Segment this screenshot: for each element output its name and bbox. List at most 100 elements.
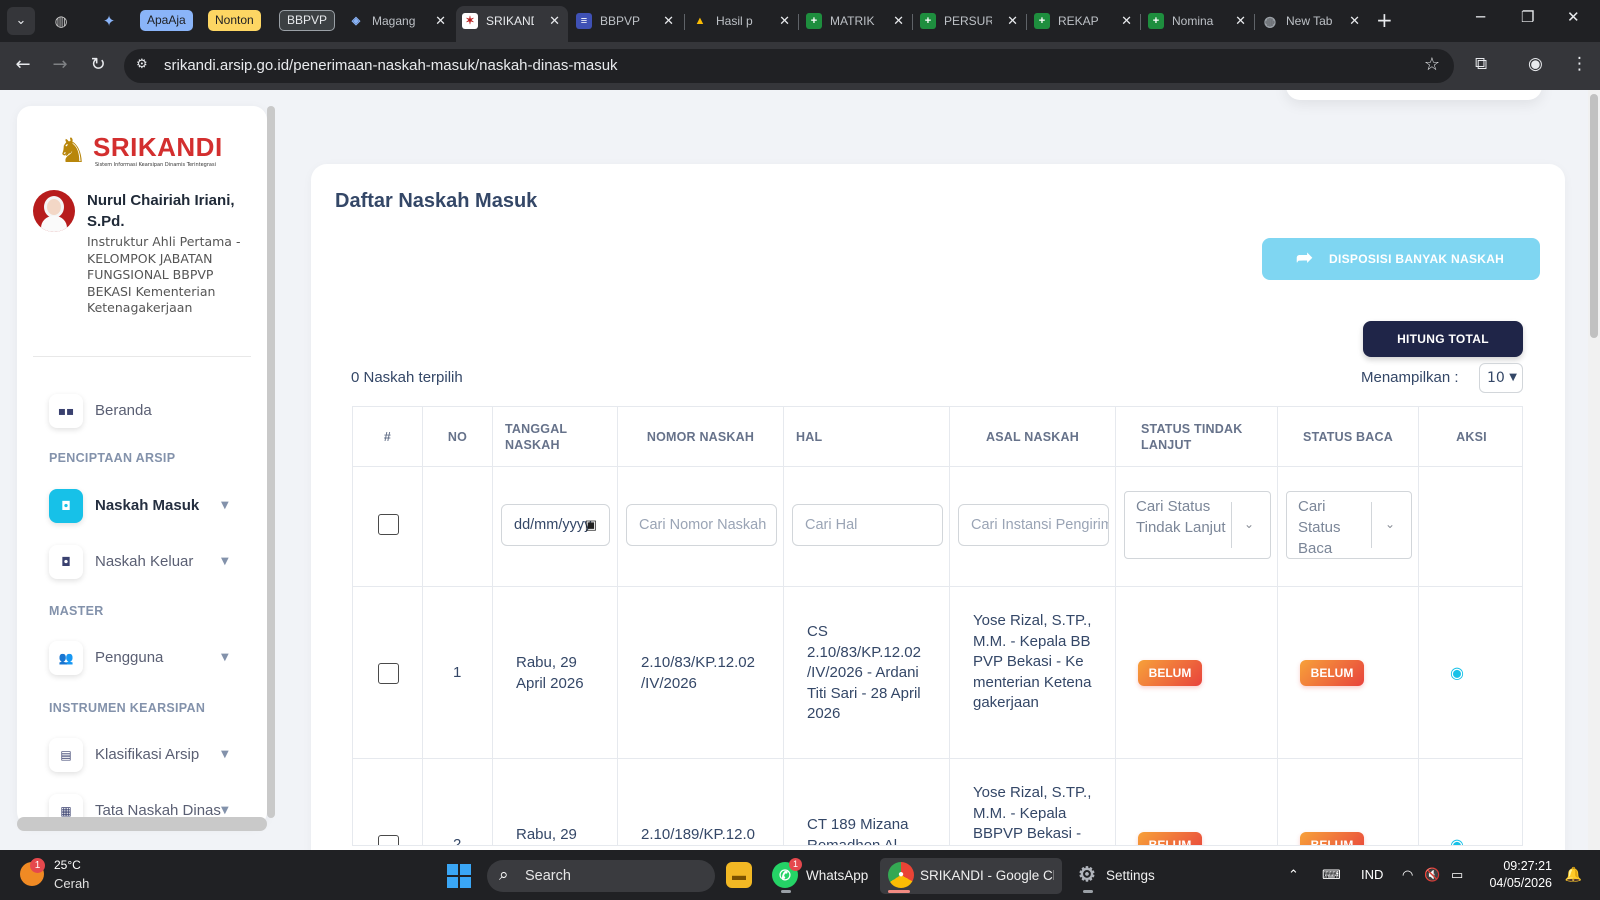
- table-row[interactable]: 1 Rabu, 29 April 2026 2.10/83/KP.12.02 /…: [353, 587, 1522, 759]
- inbox-icon: ◘: [49, 489, 83, 523]
- pinned-globe-icon[interactable]: ◍: [50, 10, 72, 32]
- status-baca-filter-select[interactable]: Cari Status Baca ⌄: [1286, 491, 1412, 559]
- tab-title: BBPVP: [600, 14, 641, 28]
- sidebar-item-naskah-keluar[interactable]: ◘ Naskah Keluar ▼: [49, 545, 249, 581]
- sidebar-scrollbar[interactable]: [267, 106, 275, 818]
- close-tab-icon[interactable]: ✕: [1235, 6, 1246, 36]
- sidebar-item-label: Klasifikasi Arsip: [95, 746, 200, 763]
- taskbar-file-explorer[interactable]: ▬: [726, 858, 756, 894]
- status-tindak-lanjut-filter-select[interactable]: Cari Status Tindak Lanjut ⌄: [1124, 491, 1271, 559]
- input-language[interactable]: IND: [1361, 850, 1383, 900]
- keyboard-icon[interactable]: ⌨: [1322, 850, 1341, 900]
- taskbar-settings[interactable]: ⚙ Settings: [1074, 858, 1164, 894]
- new-tab-plus-icon[interactable]: +: [1376, 8, 1393, 32]
- tab-hasil[interactable]: ▲ Hasil p ✕: [686, 6, 798, 36]
- taskbar-search-box[interactable]: ⌕ Search: [487, 860, 715, 892]
- asal-naskah-filter-input[interactable]: Cari Instansi Pengirim: [958, 504, 1109, 546]
- tab-group-bbpvp[interactable]: BBPVP: [279, 10, 336, 31]
- column-header-status-baca[interactable]: STATUS BACA: [1278, 407, 1419, 467]
- tab-group-nonton[interactable]: Nonton: [208, 10, 261, 31]
- hitung-total-button[interactable]: HITUNG TOTAL: [1363, 321, 1523, 357]
- tab-title: SRIKANDI: [486, 14, 534, 28]
- sidebar-item-naskah-masuk[interactable]: ◘ Naskah Masuk ▼: [49, 489, 249, 525]
- tab-separator: [912, 14, 913, 30]
- sidebar-item-beranda[interactable]: ▪▪ Beranda: [49, 394, 249, 430]
- weather-temperature[interactable]: 25°C: [54, 858, 81, 872]
- site-settings-icon[interactable]: ⚙: [136, 57, 148, 72]
- close-tab-icon[interactable]: ✕: [779, 6, 790, 36]
- tab-new-tab[interactable]: ◍ New Tab ✕: [1256, 6, 1368, 36]
- tab-search-chevron-icon[interactable]: ⌄: [7, 7, 35, 35]
- tab-group-apaaja[interactable]: ApaAja: [140, 10, 193, 31]
- page-size-select[interactable]: 10 ▼: [1479, 363, 1523, 393]
- pinned-gemini-icon[interactable]: ✦: [98, 10, 120, 32]
- chevron-down-icon: ▼: [221, 749, 229, 760]
- user-avatar[interactable]: [33, 190, 75, 232]
- row-tanggal: Rabu, 29: [516, 826, 577, 843]
- view-eye-icon[interactable]: ◉: [1447, 663, 1467, 683]
- calendar-icon[interactable]: ▣: [585, 505, 597, 545]
- browser-menu-icon[interactable]: ⋮: [1571, 54, 1588, 74]
- close-tab-icon[interactable]: ✕: [1121, 6, 1132, 36]
- nomor-naskah-filter-input[interactable]: Cari Nomor Naskah: [626, 504, 777, 546]
- column-header-hal[interactable]: HAL: [784, 407, 950, 467]
- sidebar-horizontal-scrollbar[interactable]: [17, 817, 267, 831]
- tray-chevron-up-icon[interactable]: ⌃: [1288, 850, 1299, 900]
- row-checkbox[interactable]: [378, 663, 399, 684]
- tab-magang[interactable]: ◈ Magang ✕: [342, 6, 454, 36]
- minimize-icon[interactable]: ─: [1476, 8, 1485, 26]
- tab-persur[interactable]: + PERSUR ✕: [914, 6, 1026, 36]
- bookmark-star-icon[interactable]: ☆: [1424, 54, 1440, 75]
- tab-matrik[interactable]: + MATRIK ✕: [800, 6, 912, 36]
- column-header-asal[interactable]: ASAL NASKAH: [950, 407, 1116, 467]
- select-all-checkbox[interactable]: [378, 514, 399, 535]
- address-bar[interactable]: ⚙ srikandi.arsip.go.id/penerimaan-naskah…: [124, 49, 1454, 83]
- tab-title: PERSUR: [944, 14, 992, 28]
- weather-condition[interactable]: Cerah: [54, 876, 89, 891]
- status-baca-badge: BELUM: [1300, 660, 1364, 686]
- sidebar-item-pengguna[interactable]: 👥 Pengguna ▼: [49, 641, 249, 677]
- close-tab-icon[interactable]: ✕: [549, 6, 560, 36]
- close-tab-icon[interactable]: ✕: [1007, 6, 1018, 36]
- table-row[interactable]: 2 Rabu, 29 2.10/189/KP.12.0 CT 189 Mizan…: [353, 759, 1522, 845]
- close-tab-icon[interactable]: ✕: [1349, 6, 1360, 36]
- wifi-icon[interactable]: ◠: [1402, 850, 1413, 900]
- chevron-down-icon: ⌄: [1244, 517, 1255, 531]
- close-tab-icon[interactable]: ✕: [663, 6, 674, 36]
- close-window-icon[interactable]: ✕: [1567, 8, 1580, 26]
- url-text[interactable]: srikandi.arsip.go.id/penerimaan-naskah-m…: [164, 49, 618, 83]
- sidebar-item-label: Naskah Masuk: [95, 497, 200, 514]
- srikandi-logo[interactable]: ♞ SRIKANDI Sistem Informasi Kearsipan Di…: [53, 130, 222, 172]
- notification-bell-icon[interactable]: 🔔: [1565, 866, 1582, 883]
- restore-icon[interactable]: ❐: [1521, 8, 1534, 26]
- column-header-tanggal[interactable]: TANGGAL NASKAH: [493, 407, 618, 467]
- hal-filter-input[interactable]: Cari Hal: [792, 504, 943, 546]
- magang-favicon-icon: ◈: [351, 15, 361, 27]
- tab-rekap[interactable]: + REKAP ✕: [1028, 6, 1140, 36]
- profile-avatar-icon[interactable]: ◉: [1528, 54, 1543, 74]
- speaker-muted-icon[interactable]: 🔇: [1424, 850, 1440, 900]
- column-header-nomor[interactable]: NOMOR NASKAH: [618, 407, 784, 467]
- view-eye-icon[interactable]: ◉: [1447, 835, 1467, 845]
- taskbar-clock[interactable]: 09:27:21 04/05/2026: [1489, 858, 1552, 892]
- disposisi-banyak-naskah-button[interactable]: ➦ DISPOSISI BANYAK NASKAH: [1262, 238, 1540, 280]
- sidebar-item-klasifikasi-arsip[interactable]: ▤ Klasifikasi Arsip ▼: [49, 738, 249, 774]
- tab-nomina[interactable]: + Nomina ✕: [1142, 6, 1254, 36]
- page-scrollbar-thumb[interactable]: [1590, 94, 1598, 338]
- battery-icon[interactable]: ▭: [1451, 850, 1463, 900]
- row-checkbox[interactable]: [378, 835, 399, 845]
- taskbar-chrome[interactable]: ● SRIKANDI - Google Chrome: [880, 858, 1062, 894]
- reload-icon[interactable]: ↻: [86, 53, 110, 77]
- close-tab-icon[interactable]: ✕: [435, 6, 446, 36]
- windows-start-icon[interactable]: [447, 864, 471, 888]
- tab-bbpvp[interactable]: ≡ BBPVP ✕: [570, 6, 682, 36]
- page-scrollbar[interactable]: [1588, 90, 1600, 850]
- forward-arrow-icon[interactable]: →: [48, 53, 72, 77]
- extensions-puzzle-icon[interactable]: ⧉: [1475, 54, 1487, 74]
- taskbar-whatsapp[interactable]: ✆ 1 WhatsApp: [772, 858, 872, 894]
- back-arrow-icon[interactable]: ←: [11, 53, 35, 77]
- close-tab-icon[interactable]: ✕: [893, 6, 904, 36]
- tab-srikandi[interactable]: ✶ SRIKANDI ✕: [456, 6, 568, 42]
- column-header-status-tindak-lanjut[interactable]: STATUS TINDAK LANJUT: [1116, 407, 1278, 467]
- date-filter-input[interactable]: dd/mm/yyyy ▣: [501, 504, 610, 546]
